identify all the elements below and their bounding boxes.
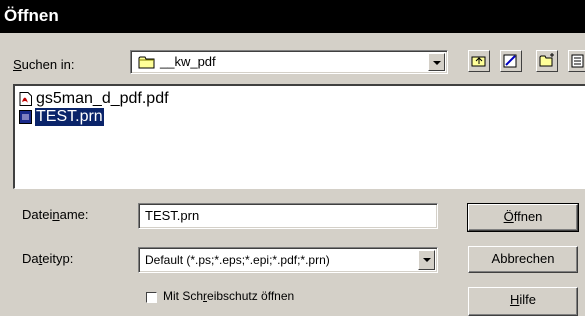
help-button[interactable]: Hilfe xyxy=(468,287,578,316)
filename-value: TEST.prn xyxy=(145,208,200,223)
title-bar[interactable]: Öffnen xyxy=(0,0,585,33)
lookin-value: __kw_pdf xyxy=(160,54,216,69)
cancel-button[interactable]: Abbrechen xyxy=(468,246,578,273)
filename-label: Dateiname: xyxy=(22,207,89,222)
list-view-icon xyxy=(539,53,554,67)
file-name: gs5man_d_pdf.pdf xyxy=(36,90,169,107)
file-name: TEST.prn xyxy=(35,108,104,126)
new-folder-button[interactable] xyxy=(500,50,522,72)
list-view-button[interactable] xyxy=(536,50,558,72)
details-view-icon xyxy=(571,54,584,68)
filetype-dropdown-button[interactable] xyxy=(418,250,435,270)
window-title: Öffnen xyxy=(4,6,59,25)
readonly-checkbox[interactable] xyxy=(146,292,157,303)
new-folder-icon xyxy=(503,54,517,68)
filetype-value: Default (*.ps;*.eps;*.epi;*.pdf;*.prn) xyxy=(145,253,330,267)
open-button[interactable]: Öffnen xyxy=(467,203,579,232)
prn-file-icon xyxy=(19,110,32,124)
pdf-file-icon xyxy=(19,92,32,106)
folder-icon xyxy=(138,56,155,69)
lookin-dropdown[interactable]: __kw_pdf xyxy=(130,50,448,74)
readonly-label: Mit Schreibschutz öffnen xyxy=(163,289,295,303)
file-list[interactable]: gs5man_d_pdf.pdf TEST.prn xyxy=(13,84,585,189)
lookin-dropdown-button[interactable] xyxy=(428,53,445,71)
up-one-level-button[interactable] xyxy=(468,50,490,72)
filename-input[interactable]: TEST.prn xyxy=(138,203,438,229)
details-view-button[interactable] xyxy=(568,50,585,72)
filetype-label: Dateityp: xyxy=(22,251,74,266)
filetype-dropdown[interactable]: Default (*.ps;*.eps;*.epi;*.pdf;*.prn) xyxy=(138,247,438,273)
lookin-label: Suchen in: xyxy=(13,57,75,72)
up-one-level-icon xyxy=(471,56,486,67)
